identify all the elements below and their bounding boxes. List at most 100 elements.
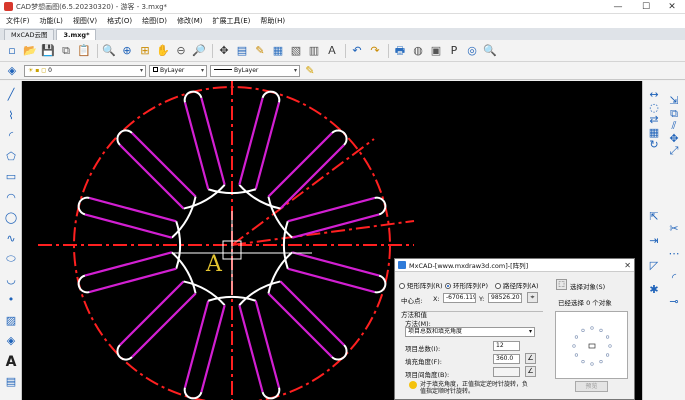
extend-icon[interactable]: ⇥ (646, 233, 662, 249)
tab-3-mxg[interactable]: 3.mxg* (56, 29, 97, 40)
maximize-button[interactable]: ☐ (632, 0, 660, 14)
pick-item-angle-button[interactable]: ∠ (525, 366, 536, 377)
text-style-icon[interactable]: Ａ (324, 43, 340, 59)
slot-edge (291, 251, 380, 277)
join-icon[interactable]: ⊸ (666, 294, 682, 310)
save-icon[interactable]: 💾 (40, 43, 56, 59)
scale-icon[interactable]: ⤢ (666, 143, 682, 159)
text-icon[interactable]: A (3, 354, 19, 370)
open-folder-icon[interactable]: 📂 (22, 43, 38, 59)
preview-item (572, 344, 576, 348)
zoom-realtime-icon[interactable]: 🔎 (191, 43, 207, 59)
paste-icon[interactable]: 📋 (76, 43, 92, 59)
center-y-input[interactable]: 98526.207 (488, 293, 522, 303)
preview-button[interactable]: 预览 (575, 381, 608, 392)
web-globe-icon[interactable]: ◍ (410, 43, 426, 59)
linetype-select[interactable]: ByLayer ▾ (210, 65, 300, 77)
mtext-icon[interactable]: ▤ (3, 374, 19, 390)
pdf-icon[interactable]: P (446, 43, 462, 59)
table-icon[interactable]: ▥ (306, 43, 322, 59)
title-bar: CAD梦想画图(6.5.20230320) - 游客 - 3.mxg* — ☐ … (0, 0, 685, 14)
document-tabs: MxCAD云图 3.mxg* ▾ × (0, 28, 685, 65)
break-icon[interactable]: ⋯ (666, 246, 682, 262)
rectangle-icon[interactable]: ▭ (3, 169, 19, 185)
magnifier-icon[interactable]: 🔍 (101, 43, 117, 59)
undo-icon[interactable]: ↶ (349, 43, 365, 59)
polygon-icon[interactable]: ⬠ (3, 149, 19, 165)
menu-item-7[interactable]: 帮助(H) (260, 16, 285, 26)
ellipse-arc-icon[interactable]: ◡ (3, 272, 19, 288)
new-file-icon[interactable]: ▫ (4, 43, 20, 59)
stretch-icon[interactable]: ⇱ (646, 209, 662, 225)
search-icon[interactable]: 🔍 (482, 43, 498, 59)
polyline-icon[interactable]: ⌇ (3, 108, 19, 124)
radio-path-array[interactable]: 路径阵列(A) (495, 280, 539, 290)
menu-item-5[interactable]: 修改(M) (177, 16, 203, 26)
ellipse-icon[interactable]: ⬭ (3, 251, 19, 267)
slot-edge (89, 267, 177, 294)
zoom-previous-icon[interactable]: ⊖ (173, 43, 189, 59)
fillet-icon[interactable]: ◜ (666, 270, 682, 286)
print-icon[interactable]: 🖶 (392, 43, 408, 59)
close-button[interactable]: ✕ (658, 0, 685, 14)
match-properties-icon[interactable]: ✎ (252, 43, 268, 59)
insert-block-icon[interactable]: ▧ (288, 43, 304, 59)
pick-center-button[interactable]: ⌖ (527, 292, 538, 303)
earth-icon[interactable]: ◎ (464, 43, 480, 59)
line-icon[interactable]: ╱ (3, 87, 19, 103)
minimize-button[interactable]: — (604, 0, 632, 14)
radio-rect-array[interactable]: 矩形阵列(R) (399, 280, 443, 290)
layer-manager-icon[interactable]: ◈ (4, 63, 20, 79)
move-icon[interactable]: ✥ (216, 43, 232, 59)
menu-item-4[interactable]: 绘图(D) (142, 16, 167, 26)
layer-state-icon[interactable]: ▤ (234, 43, 250, 59)
dialog-close-button[interactable]: ✕ (624, 259, 631, 272)
menu-item-0[interactable]: 文件(F) (6, 16, 30, 26)
draw-toolbar: ╱ ⌇ ◜ ⬠ ▭ ◠ ◯ ∿ ⬭ ◡ • ▨ ◈ A ▤ (0, 81, 22, 400)
item-angle-input[interactable] (493, 367, 520, 377)
zoom-extents-icon[interactable]: ⊞ (137, 43, 153, 59)
slot-outer-cap (183, 90, 203, 103)
menu-item-6[interactable]: 扩展工具(E) (213, 16, 251, 26)
layer-select[interactable]: ☀ ▪ ◻ 0 ▾ (24, 65, 146, 77)
radio-polar-array[interactable]: 环形阵列(P) (445, 280, 488, 290)
preview-item (581, 359, 585, 364)
point-icon[interactable]: • (3, 292, 19, 308)
trim-icon[interactable]: ✂ (666, 221, 682, 237)
match-layer-icon[interactable]: ✎ (302, 63, 318, 79)
total-items-input[interactable]: 12 (493, 341, 520, 351)
dialog-title: MxCAD-[www.mxdraw3d.com]-[阵列] (409, 262, 529, 270)
chamfer-icon[interactable]: ◸ (646, 258, 662, 274)
center-x-input[interactable]: -6706.119 (443, 293, 476, 303)
menu-item-2[interactable]: 视图(V) (73, 16, 97, 26)
image-icon[interactable]: ▣ (428, 43, 444, 59)
block-icon[interactable]: ▦ (270, 43, 286, 59)
arc-icon[interactable]: ◜ (3, 128, 19, 144)
chevron-down-icon: ▾ (200, 67, 204, 74)
menu-item-1[interactable]: 功能(L) (40, 16, 63, 26)
slot-edge (119, 144, 185, 210)
arc2-icon[interactable]: ◠ (3, 190, 19, 206)
color-swatch-icon (153, 67, 158, 72)
select-objects-button[interactable]: ⬚ (556, 279, 567, 290)
menu-item-3[interactable]: 格式(O) (107, 16, 132, 26)
explode-icon[interactable]: ✱ (646, 282, 662, 298)
method-select[interactable]: 项目总数和填充角度 ▾ (405, 327, 535, 337)
copy-icon[interactable]: ⧉ (58, 43, 74, 59)
pick-fill-angle-button[interactable]: ∠ (525, 353, 536, 364)
redo-icon[interactable]: ↷ (367, 43, 383, 59)
linetype-sample-icon (214, 69, 232, 70)
pan-hand-icon[interactable]: ✋ (155, 43, 171, 59)
slot-outer-cap (77, 274, 90, 294)
circle-icon[interactable]: ◯ (3, 210, 19, 226)
rotate-icon[interactable]: ↻ (646, 137, 662, 153)
slot-edge (267, 132, 333, 198)
hatch-icon[interactable]: ▨ (3, 313, 19, 329)
zoom-window-icon[interactable]: ⊕ (119, 43, 135, 59)
region-icon[interactable]: ◈ (3, 333, 19, 349)
color-select[interactable]: ByLayer ▾ (149, 65, 207, 77)
spline-icon[interactable]: ∿ (3, 231, 19, 247)
preview-item (605, 353, 610, 357)
tab-cloud[interactable]: MxCAD云图 (4, 29, 55, 40)
fill-angle-input[interactable]: 360.0 (493, 354, 520, 364)
